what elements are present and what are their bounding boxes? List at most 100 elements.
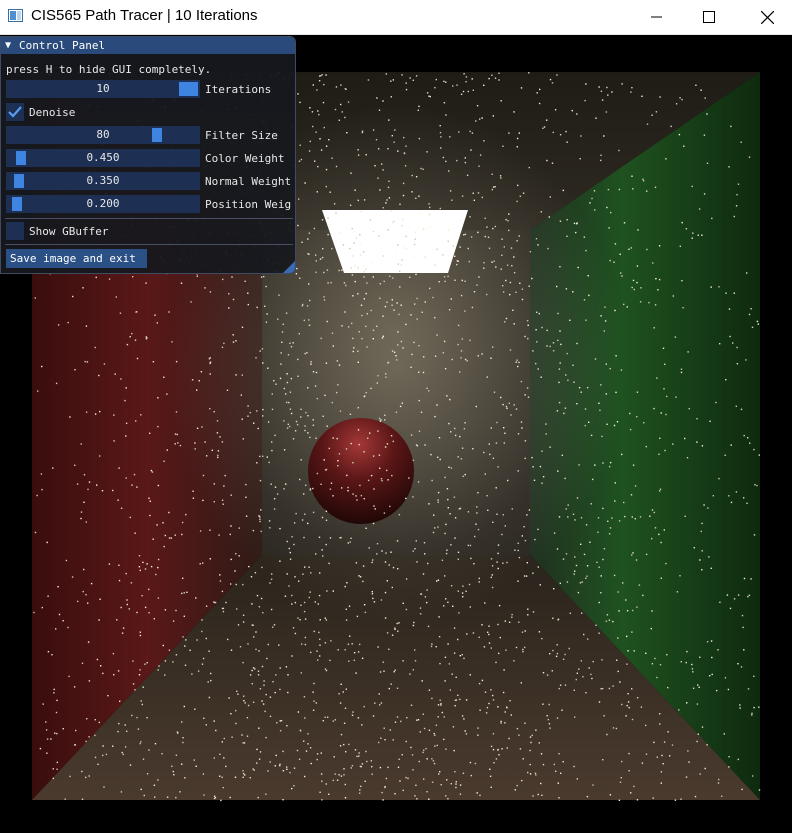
noise-speckle (459, 371, 461, 373)
triangle-down-icon[interactable]: ▼ (5, 40, 11, 51)
noise-speckle (247, 292, 249, 294)
noise-speckle (453, 749, 455, 752)
noise-speckle (393, 141, 395, 143)
noise-speckle (280, 363, 282, 365)
noise-speckle (508, 621, 511, 623)
maximize-button[interactable] (684, 0, 734, 34)
noise-speckle (539, 88, 541, 91)
noise-speckle (630, 91, 632, 93)
noise-speckle (446, 779, 448, 781)
noise-speckle (517, 365, 519, 368)
noise-speckle (138, 566, 141, 568)
color-weight-slider[interactable]: 0.450 (6, 149, 200, 167)
noise-speckle (211, 449, 213, 451)
noise-speckle (724, 454, 726, 456)
noise-speckle (473, 199, 475, 201)
noise-speckle (509, 281, 512, 284)
noise-speckle (291, 787, 293, 790)
noise-speckle (631, 516, 633, 518)
noise-speckle (516, 359, 518, 361)
noise-speckle (659, 96, 661, 98)
noise-speckle (571, 109, 573, 112)
noise-speckle (241, 374, 243, 376)
noise-speckle (256, 594, 259, 597)
noise-speckle (681, 221, 683, 224)
denoise-checkbox[interactable] (6, 103, 24, 121)
noise-speckle (410, 434, 413, 436)
noise-speckle (264, 305, 266, 307)
noise-speckle (405, 323, 407, 326)
noise-speckle (613, 574, 616, 577)
noise-speckle (65, 559, 68, 562)
noise-speckle (90, 582, 93, 585)
noise-speckle (320, 752, 322, 754)
noise-speckle (304, 352, 306, 355)
noise-speckle (471, 78, 473, 80)
normal-weight-slider[interactable]: 0.350 (6, 172, 200, 190)
show-gbuffer-checkbox[interactable] (6, 222, 24, 240)
resize-grip[interactable] (283, 261, 295, 273)
noise-speckle (279, 730, 282, 732)
noise-speckle (633, 785, 635, 788)
noise-speckle (387, 186, 390, 189)
noise-speckle (630, 792, 632, 794)
close-button[interactable] (742, 0, 792, 34)
noise-speckle (601, 99, 604, 101)
noise-speckle (454, 537, 456, 539)
minimize-button[interactable] (632, 0, 682, 34)
save-image-button[interactable]: Save image and exit (6, 249, 147, 268)
noise-speckle (491, 173, 493, 175)
position-weight-slider[interactable]: 0.200 (6, 195, 200, 213)
noise-speckle (298, 580, 300, 582)
noise-speckle (591, 677, 593, 680)
noise-speckle (175, 654, 178, 656)
noise-speckle (303, 601, 306, 604)
noise-speckle (629, 428, 632, 431)
noise-speckle (405, 497, 407, 500)
noise-speckle (238, 555, 240, 557)
noise-speckle (333, 203, 336, 205)
noise-speckle (481, 117, 483, 119)
noise-speckle (317, 110, 319, 112)
noise-speckle (436, 248, 438, 251)
filter-size-slider[interactable]: 80 (6, 126, 200, 144)
iterations-slider[interactable]: 10 (6, 80, 200, 98)
noise-speckle (443, 80, 445, 83)
noise-speckle (518, 734, 520, 736)
noise-speckle (396, 622, 398, 625)
title-bar[interactable]: CIS565 Path Tracer | 10 Iterations (0, 0, 792, 35)
noise-speckle (659, 490, 661, 492)
noise-speckle (346, 582, 348, 584)
noise-speckle (105, 753, 108, 756)
noise-speckle (463, 657, 465, 660)
noise-speckle (605, 111, 608, 113)
noise-speckle (751, 714, 753, 716)
noise-speckle (718, 477, 720, 480)
noise-speckle (317, 659, 319, 661)
noise-speckle (245, 496, 247, 498)
noise-speckle (143, 794, 145, 797)
noise-speckle (516, 784, 518, 787)
noise-speckle (259, 350, 261, 352)
noise-speckle (692, 687, 695, 689)
noise-speckle (259, 520, 261, 523)
control-panel[interactable]: ▼ Control Panel press H to hide GUI comp… (0, 36, 296, 274)
noise-speckle (730, 501, 733, 504)
noise-speckle (361, 131, 364, 134)
noise-speckle (325, 510, 328, 512)
noise-speckle (460, 294, 463, 297)
noise-speckle (174, 534, 176, 536)
noise-speckle (149, 500, 151, 502)
noise-speckle (643, 422, 645, 424)
noise-speckle (299, 101, 301, 104)
noise-speckle (684, 515, 686, 517)
noise-speckle (302, 303, 304, 306)
noise-speckle (701, 445, 704, 447)
noise-speckle (47, 651, 50, 653)
noise-speckle (387, 362, 389, 364)
noise-speckle (279, 560, 281, 562)
noise-speckle (520, 682, 522, 684)
panel-header[interactable]: ▼ Control Panel (1, 37, 295, 54)
noise-speckle (261, 566, 263, 569)
noise-speckle (434, 264, 436, 266)
